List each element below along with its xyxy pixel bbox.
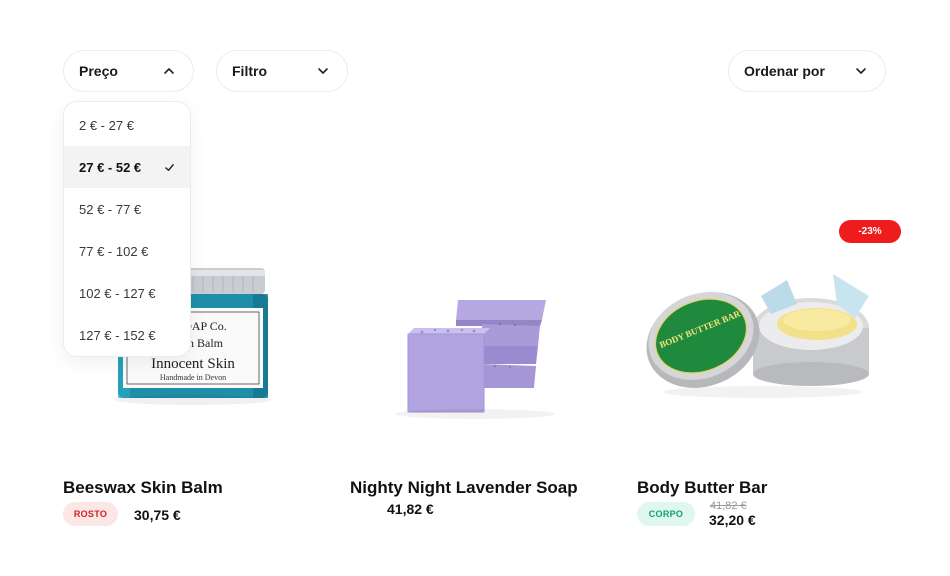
product-price: 30,75 € — [134, 507, 181, 523]
price-option[interactable]: 77 € - 102 € — [64, 230, 190, 272]
category-badge: ROSTO — [63, 502, 118, 526]
discount-badge: -23% — [839, 220, 901, 243]
price-option-label: 102 € - 127 € — [79, 285, 156, 301]
price-option-label: 127 € - 152 € — [79, 327, 156, 343]
original-price: 41,82 € — [710, 500, 747, 512]
price-option-label: 52 € - 77 € — [79, 201, 142, 217]
check-icon — [165, 163, 174, 171]
product-price: 41,82 € — [387, 501, 434, 517]
price-option[interactable]: 102 € - 127 € — [64, 272, 190, 314]
price-filter-button[interactable]: Preço — [63, 50, 194, 92]
sort-button[interactable]: Ordenar por — [728, 50, 886, 92]
product-name[interactable]: Beeswax Skin Balm — [63, 478, 223, 498]
chevron-up-icon — [164, 68, 174, 74]
price-option-label: 2 € - 27 € — [79, 117, 134, 133]
product-image[interactable]: BODY BUTTER BAR -23% — [637, 200, 901, 455]
product-price: 32,20 € — [709, 512, 756, 528]
price-option[interactable]: 127 € - 152 € — [64, 314, 190, 356]
price-option[interactable]: 52 € - 77 € — [64, 188, 190, 230]
price-filter-label: Preço — [79, 63, 118, 79]
price-option[interactable]: 2 € - 27 € — [64, 104, 190, 146]
price-option-label: 77 € - 102 € — [79, 243, 149, 259]
filter-button[interactable]: Filtro — [216, 50, 348, 92]
lavender-soap-image — [395, 300, 555, 419]
chevron-down-icon — [856, 68, 866, 74]
product-card[interactable]: BODY BUTTER BAR -23% Body Butter Bar COR… — [637, 200, 901, 528]
price-option-selected[interactable]: 27 € - 52 € — [64, 146, 190, 188]
jar-label-title: Innocent Skin — [151, 356, 235, 372]
product-name[interactable]: Body Butter Bar — [637, 478, 767, 498]
sort-label: Ordenar por — [744, 63, 825, 79]
price-option-label: 27 € - 52 € — [79, 159, 142, 175]
price-dropdown-menu: 2 € - 27 € 27 € - 52 € 52 € - 77 € 77 € … — [63, 101, 191, 357]
product-name[interactable]: Nighty Night Lavender Soap — [350, 478, 578, 498]
category-badge: CORPO — [637, 502, 695, 526]
jar-label-origin: Handmade in Devon — [160, 373, 226, 382]
filter-label: Filtro — [232, 63, 267, 79]
chevron-down-icon — [318, 68, 328, 74]
product-image[interactable] — [350, 200, 600, 455]
product-card[interactable]: Nighty Night Lavender Soap 41,82 € — [350, 200, 600, 517]
